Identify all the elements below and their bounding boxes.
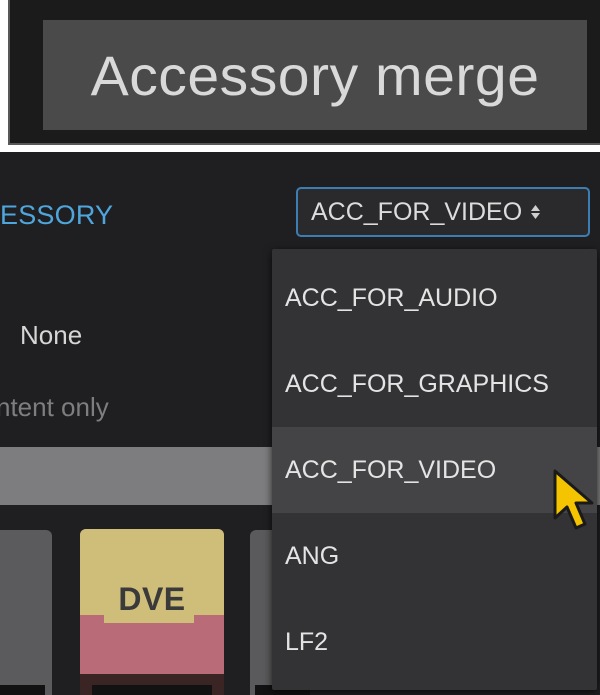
dropdown-item-lf2[interactable]: LF2 bbox=[272, 599, 597, 685]
title-frame: Accessory merge bbox=[8, 0, 600, 145]
accessory-dropdown-menu: ACC_FOR_AUDIO ACC_FOR_GRAPHICS ACC_FOR_V… bbox=[272, 249, 597, 690]
dropdown-item-acc-for-graphics[interactable]: ACC_FOR_GRAPHICS bbox=[272, 341, 597, 427]
dropdown-item-label: ACC_FOR_GRAPHICS bbox=[285, 369, 549, 398]
up-down-arrows-icon bbox=[530, 204, 541, 220]
dropdown-item-acc-for-audio[interactable]: ACC_FOR_AUDIO bbox=[272, 255, 597, 341]
title-box[interactable]: Accessory merge bbox=[43, 20, 587, 130]
accessory-select-value: ACC_FOR_VIDEO bbox=[311, 197, 523, 226]
dropdown-item-label: ACC_FOR_AUDIO bbox=[285, 283, 498, 312]
tile-left[interactable] bbox=[0, 530, 52, 695]
dropdown-item-label: LF2 bbox=[285, 627, 329, 656]
accessory-label: ESSORY bbox=[0, 200, 114, 230]
title-text: Accessory merge bbox=[90, 43, 540, 107]
dropdown-item-label: ACC_FOR_VIDEO bbox=[285, 455, 497, 484]
dropdown-item-ang[interactable]: ANG bbox=[272, 513, 597, 599]
dropdown-item-label: ANG bbox=[285, 541, 340, 570]
accessory-select[interactable]: ACC_FOR_VIDEO bbox=[296, 187, 590, 237]
tile-dve[interactable]: DVE bbox=[80, 529, 224, 695]
tile-dve-label: DVE bbox=[118, 581, 186, 617]
mouse-pointer-icon bbox=[552, 468, 598, 532]
dropdown-item-acc-for-video[interactable]: ACC_FOR_VIDEO bbox=[272, 427, 597, 513]
content-only-label: ntent only bbox=[0, 392, 109, 422]
none-label: None bbox=[20, 320, 83, 350]
top-band: Accessory merge bbox=[0, 0, 600, 152]
